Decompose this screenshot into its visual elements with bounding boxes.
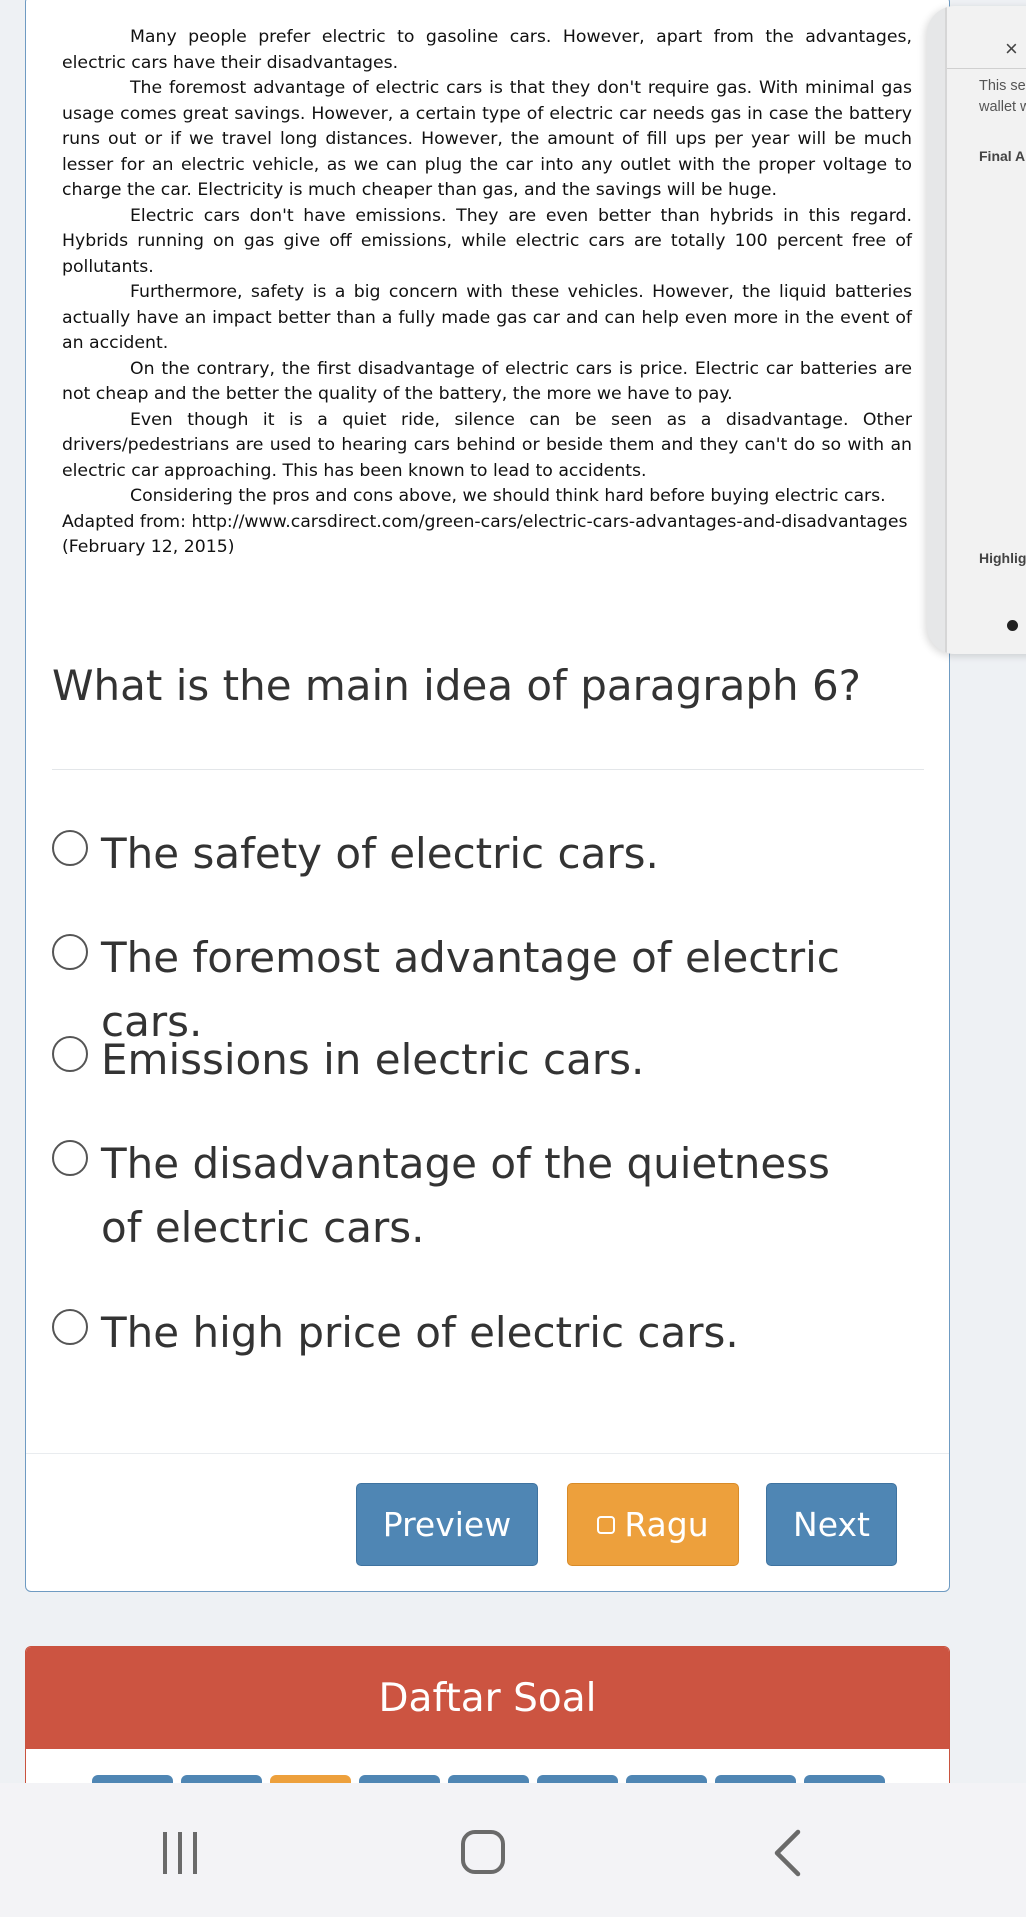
ragu-button[interactable]: Ragu <box>567 1483 739 1566</box>
reading-passage: Many people prefer electric to gasoline … <box>62 25 912 561</box>
passage-source-date: (February 12, 2015) <box>62 537 235 557</box>
option-a[interactable]: The safety of electric cars. <box>52 822 912 886</box>
home-icon[interactable] <box>460 1829 506 1875</box>
preview-label: Preview <box>382 1505 512 1544</box>
question-divider <box>52 769 924 770</box>
option-d[interactable]: The disadvantage of the quietness of ele… <box>52 1132 842 1260</box>
card-footer-divider <box>26 1453 949 1454</box>
option-label: The high price of electric cars. <box>101 1308 739 1357</box>
side-panel-content: × This sente wallet was Final Answ 1. 2.… <box>945 6 1026 654</box>
passage-paragraph-6: Even though it is a quiet ride, silence … <box>62 409 912 481</box>
bullet-icon <box>1007 620 1018 631</box>
recent-apps-icon[interactable] <box>157 1830 203 1876</box>
checkbox-icon <box>597 1515 616 1534</box>
next-button[interactable]: Next <box>766 1483 897 1566</box>
side-panel: × This sente wallet was Final Answ 1. 2.… <box>927 6 1026 654</box>
side-text-line: wallet was <box>979 99 1026 115</box>
question-list-header: Daftar Soal <box>26 1647 949 1749</box>
highlights-label: Highlights <box>979 550 1026 566</box>
question-card: Many people prefer electric to gasoline … <box>25 0 950 1592</box>
option-label: The disadvantage of the quietness of ele… <box>101 1139 830 1252</box>
option-c[interactable]: Emissions in electric cars. <box>52 1028 912 1092</box>
passage-source: Adapted from: http://www.carsdirect.com/… <box>62 511 908 532</box>
next-label: Next <box>793 1505 870 1544</box>
preview-button[interactable]: Preview <box>356 1483 538 1566</box>
ragu-label: Ragu <box>624 1505 709 1544</box>
final-answer-label: Final Answ <box>979 148 1026 164</box>
side-panel-divider <box>947 68 1026 69</box>
question-text: What is the main idea of paragraph 6? <box>52 661 861 710</box>
option-label: Emissions in electric cars. <box>101 1035 645 1084</box>
system-navigation-bar <box>0 1783 1026 1917</box>
option-label: The safety of electric cars. <box>101 829 659 878</box>
passage-paragraph-5: On the contrary, the first disadvantage … <box>62 358 912 405</box>
radio-button[interactable] <box>52 934 88 970</box>
passage-paragraph-3: Electric cars don't have emissions. They… <box>62 205 912 277</box>
side-panel-text: This sente wallet was <box>979 76 1026 118</box>
radio-button[interactable] <box>52 1036 88 1072</box>
side-text-line: This sente <box>979 78 1026 94</box>
passage-paragraph-7: Considering the pros and cons above, we … <box>130 486 886 506</box>
question-list-title: Daftar Soal <box>378 1675 597 1721</box>
option-e[interactable]: The high price of electric cars. <box>52 1301 912 1365</box>
radio-button[interactable] <box>52 1140 88 1176</box>
passage-paragraph-4: Furthermore, safety is a big concern wit… <box>62 282 912 353</box>
passage-paragraph-1: Many people prefer electric to gasoline … <box>62 27 912 73</box>
close-icon[interactable]: × <box>1005 36 1018 62</box>
passage-paragraph-2: The foremost advantage of electric cars … <box>62 78 912 200</box>
radio-button[interactable] <box>52 1309 88 1345</box>
radio-button[interactable] <box>52 830 88 866</box>
back-icon[interactable] <box>770 1829 804 1877</box>
